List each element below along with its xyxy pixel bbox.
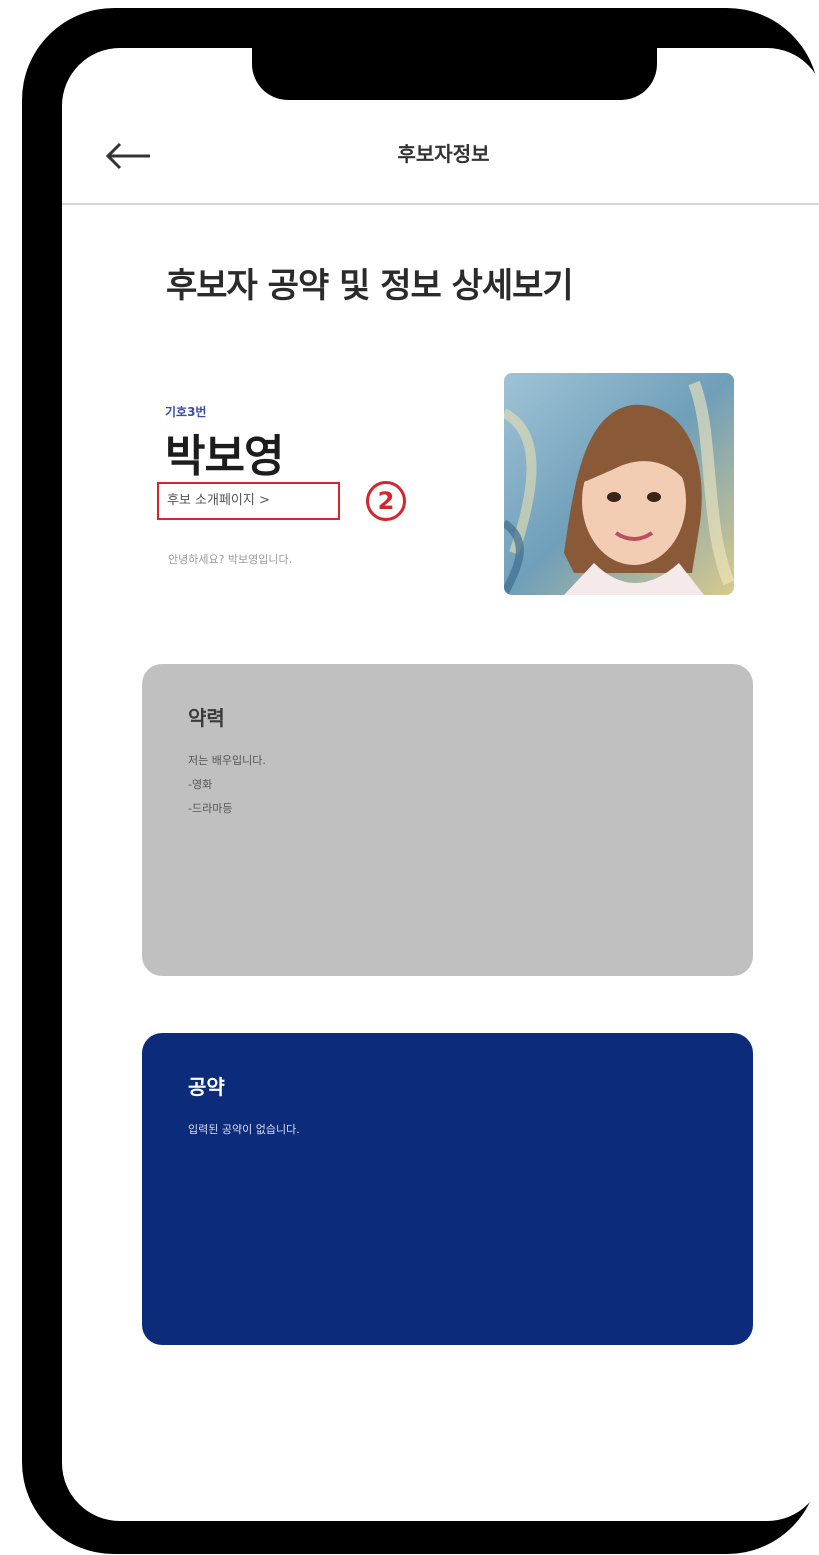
candidate-greeting: 안녕하세요? 박보영입니다. bbox=[168, 553, 293, 566]
candidate-photo-image bbox=[504, 373, 734, 595]
step-marker-badge: 2 bbox=[366, 481, 406, 521]
nav-title: 후보자정보 bbox=[397, 142, 490, 166]
top-nav-bar: 후보자정보 bbox=[62, 48, 819, 205]
career-title: 약력 bbox=[188, 706, 225, 730]
career-line: -드라마등 bbox=[188, 802, 233, 815]
career-line: -영화 bbox=[188, 778, 213, 791]
pledge-line: 입력된 공약이 없습니다. bbox=[188, 1123, 300, 1136]
career-line: 저는 배우입니다. bbox=[188, 754, 266, 767]
page-title: 후보자 공약 및 정보 상세보기 bbox=[166, 266, 574, 306]
candidate-number: 기호3번 bbox=[165, 405, 207, 419]
pledge-title: 공약 bbox=[188, 1075, 225, 1099]
promo-page-link[interactable]: 후보 소개페이지 > bbox=[157, 482, 340, 520]
pledge-card: 공약 입력된 공약이 없습니다. bbox=[142, 1033, 753, 1345]
career-card: 약력 저는 배우입니다. -영화 -드라마등 bbox=[142, 664, 753, 976]
candidate-name: 박보영 bbox=[165, 431, 284, 482]
app-screen: 후보자정보 후보자 공약 및 정보 상세보기 기호3번 박보영 후보 소개페이지… bbox=[62, 48, 819, 1521]
phone-frame: 후보자정보 후보자 공약 및 정보 상세보기 기호3번 박보영 후보 소개페이지… bbox=[22, 8, 819, 1554]
candidate-photo bbox=[504, 373, 734, 595]
